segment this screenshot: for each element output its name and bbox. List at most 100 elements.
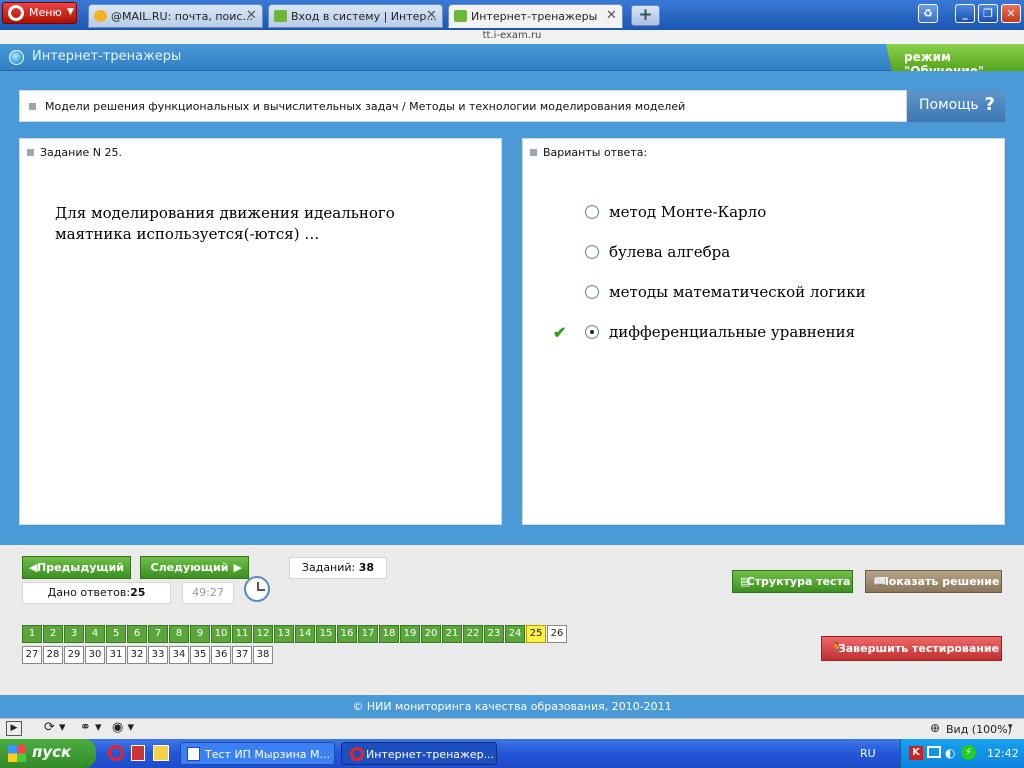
test-structure-button[interactable]: ▤ Структура теста (732, 570, 853, 593)
task-number-11[interactable]: 11 (232, 625, 252, 643)
antivirus-icon[interactable]: K (909, 746, 923, 760)
next-button[interactable]: Следующий ▶ (140, 556, 249, 579)
minimize-button[interactable]: _ (955, 4, 975, 23)
share-icon[interactable]: ⚭ ▾ (80, 720, 102, 735)
sync-icon[interactable]: ⟳ ▾ (44, 720, 66, 735)
task-number-13[interactable]: 13 (274, 625, 294, 643)
task-number-32[interactable]: 32 (127, 646, 147, 664)
system-tray: K ◐ ⚡ 12:42 (900, 739, 1024, 768)
task-number-34[interactable]: 34 (169, 646, 189, 664)
browser-tab-trainers[interactable]: Интернет-тренажеры ✕ (448, 4, 623, 28)
turbo-icon[interactable]: ◉ ▾ (112, 720, 134, 735)
radio-button[interactable] (585, 245, 599, 259)
browser-tab-mail[interactable]: @MAIL.RU: почта, поис... ✕ (88, 4, 263, 28)
task-number-9[interactable]: 9 (190, 625, 210, 643)
task-number-22[interactable]: 22 (463, 625, 483, 643)
language-indicator[interactable]: RU (860, 747, 876, 760)
trash-icon[interactable]: ♻ (918, 4, 938, 23)
sound-icon[interactable]: ◐ (945, 746, 955, 760)
task-number-5[interactable]: 5 (106, 625, 126, 643)
prev-label: Предыдущий (36, 561, 124, 574)
answer-option[interactable]: методы математической логики (583, 283, 866, 301)
radio-button[interactable] (585, 325, 599, 339)
navigation-bar: ◀ Предыдущий Следующий ▶ Дано ответов:25… (0, 545, 1024, 695)
new-tab-button[interactable]: + (631, 5, 660, 26)
task-number-12[interactable]: 12 (253, 625, 273, 643)
task-number-27[interactable]: 27 (22, 646, 42, 664)
radio-button[interactable] (585, 285, 599, 299)
opera-quicklaunch-icon[interactable] (108, 745, 124, 761)
mail-ru-icon (94, 10, 107, 22)
answer-option[interactable]: булева алгебра (583, 243, 730, 261)
chevron-down-icon[interactable]: ▾ (1008, 722, 1013, 732)
task-number-23[interactable]: 23 (484, 625, 504, 643)
answer-label: метод Монте-Карло (609, 203, 767, 221)
task-number-30[interactable]: 30 (85, 646, 105, 664)
opera-menu-button[interactable]: Меню ▼ (2, 2, 77, 24)
task-number-3[interactable]: 3 (64, 625, 84, 643)
browser-tab-login[interactable]: Вход в систему | Интер... ✕ (268, 4, 443, 28)
task-number-38[interactable]: 38 (253, 646, 273, 664)
answer-option[interactable]: метод Монте-Карло (583, 203, 766, 221)
tab-title: Вход в систему | Интер... (291, 10, 437, 23)
arrow-left-icon: ◀ (29, 561, 38, 574)
close-icon[interactable]: ✕ (606, 8, 617, 23)
network-icon[interactable] (927, 746, 941, 758)
task-number-37[interactable]: 37 (232, 646, 252, 664)
task-panel: Задание N 25. Для моделирования движения… (19, 138, 502, 525)
prev-button[interactable]: ◀ Предыдущий (22, 556, 131, 579)
breadcrumb-text: Модели решения функциональных и вычислит… (45, 100, 686, 113)
task-number-17[interactable]: 17 (358, 625, 378, 643)
taskbar-item-browser[interactable]: Интернет-тренажер... (341, 742, 497, 765)
close-icon[interactable]: ✕ (426, 8, 437, 23)
restore-button[interactable]: ❐ (978, 4, 998, 23)
clock-quicklaunch-icon[interactable] (153, 745, 169, 761)
task-label: Интернет-тренажер... (366, 748, 495, 761)
task-number-6[interactable]: 6 (127, 625, 147, 643)
task-number-4[interactable]: 4 (85, 625, 105, 643)
task-number-16[interactable]: 16 (337, 625, 357, 643)
zoom-level[interactable]: Вид (100%) (946, 723, 1012, 736)
task-number-31[interactable]: 31 (106, 646, 126, 664)
task-number-19[interactable]: 19 (400, 625, 420, 643)
taskbar-item-test[interactable]: Тест ИП Мырзина М... (180, 742, 335, 765)
start-label: пуск (32, 743, 72, 761)
close-window-button[interactable]: ✕ (1001, 4, 1021, 23)
task-number-15[interactable]: 15 (316, 625, 336, 643)
answer-label: дифференциальные уравнения (609, 323, 856, 341)
breadcrumb: Модели решения функциональных и вычислит… (19, 90, 907, 122)
panel-toggle-icon[interactable]: ▶ (6, 721, 22, 736)
task-number-28[interactable]: 28 (43, 646, 63, 664)
task-number-1[interactable]: 1 (22, 625, 42, 643)
task-number-21[interactable]: 21 (442, 625, 462, 643)
answer-option-selected[interactable]: ✔ дифференциальные уравнения (553, 323, 856, 342)
task-number-20[interactable]: 20 (421, 625, 441, 643)
task-number-36[interactable]: 36 (211, 646, 231, 664)
update-icon[interactable]: ⚡ (961, 745, 976, 760)
checkmark-icon: ✔ (553, 323, 567, 342)
task-number-25[interactable]: 25 (526, 625, 546, 643)
radio-button[interactable] (585, 205, 599, 219)
finish-test-button[interactable]: 🏃 Завершить тестирование (821, 636, 1002, 661)
site-favicon-icon (454, 10, 467, 22)
task-number-2[interactable]: 2 (43, 625, 63, 643)
task-number-24[interactable]: 24 (505, 625, 525, 643)
task-number-14[interactable]: 14 (295, 625, 315, 643)
running-man-icon: 🏃 (830, 642, 844, 655)
task-number-18[interactable]: 18 (379, 625, 399, 643)
start-button[interactable]: пуск (0, 739, 96, 768)
next-label: Следующий (150, 561, 229, 574)
save-quicklaunch-icon[interactable] (131, 745, 145, 761)
task-number-10[interactable]: 10 (211, 625, 231, 643)
address-bar[interactable]: tt.i-exam.ru (0, 30, 1024, 44)
task-number-29[interactable]: 29 (64, 646, 84, 664)
task-number-8[interactable]: 8 (169, 625, 189, 643)
task-number-7[interactable]: 7 (148, 625, 168, 643)
task-number-26[interactable]: 26 (547, 625, 567, 643)
answer-label: методы математической логики (609, 283, 866, 301)
show-solution-button[interactable]: 📖 Показать решение (865, 570, 1002, 593)
task-number-35[interactable]: 35 (190, 646, 210, 664)
help-button[interactable]: Помощь ? (907, 90, 1005, 122)
task-number-33[interactable]: 33 (148, 646, 168, 664)
close-icon[interactable]: ✕ (246, 8, 257, 23)
